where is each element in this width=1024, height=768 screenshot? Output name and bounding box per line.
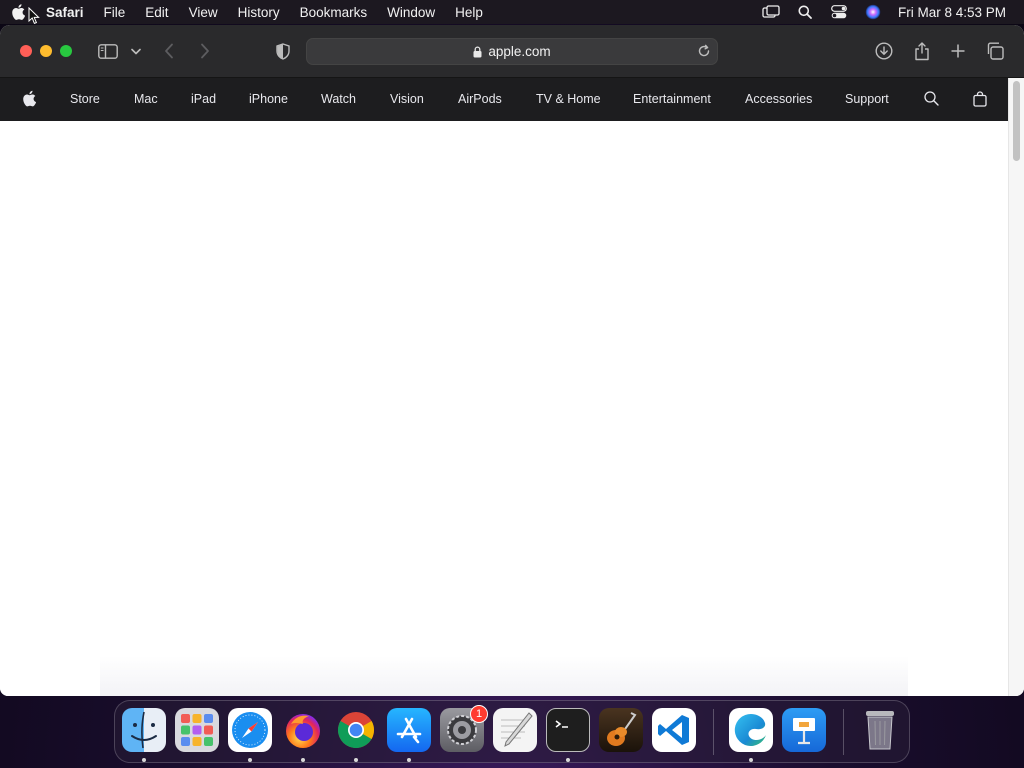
menu-window[interactable]: Window <box>377 5 445 20</box>
nav-entertainment[interactable]: Entertainment <box>633 92 711 106</box>
menu-help[interactable]: Help <box>445 5 493 20</box>
page-content[interactable] <box>0 121 1008 696</box>
site-search-icon[interactable] <box>924 91 939 109</box>
nav-ipad[interactable]: iPad <box>191 92 216 106</box>
edge-icon[interactable] <box>729 708 773 752</box>
nav-vision[interactable]: Vision <box>390 92 424 106</box>
terminal-running-indicator <box>566 758 570 762</box>
dock-separator <box>713 709 714 755</box>
nav-airpods[interactable]: AirPods <box>458 92 502 106</box>
nav-mac[interactable]: Mac <box>134 92 158 106</box>
textedit-icon[interactable] <box>493 708 537 752</box>
apple-logo-icon[interactable] <box>22 90 37 110</box>
chevron-down-icon[interactable] <box>129 39 143 63</box>
menu-app-name[interactable]: Safari <box>36 5 94 20</box>
scrollbar-thumb[interactable] <box>1013 81 1020 161</box>
maximize-window-button[interactable] <box>60 45 72 57</box>
safari-window: apple.com Store Mac iPad iPhone Watch Vi… <box>0 25 1024 696</box>
minimize-window-button[interactable] <box>40 45 52 57</box>
close-window-button[interactable] <box>20 45 32 57</box>
safari-running-indicator <box>248 758 252 762</box>
nav-tv-home[interactable]: TV & Home <box>536 92 601 106</box>
dock-separator-trash <box>843 709 844 755</box>
nav-support[interactable]: Support <box>845 92 889 106</box>
menu-edit[interactable]: Edit <box>135 5 178 20</box>
firefox-running-indicator <box>301 758 305 762</box>
garageband-icon[interactable] <box>599 708 643 752</box>
reload-icon[interactable] <box>697 44 711 61</box>
nav-store[interactable]: Store <box>70 92 100 106</box>
menu-bar: Safari File Edit View History Bookmarks … <box>0 0 1024 24</box>
vertical-scrollbar[interactable] <box>1008 78 1024 696</box>
screen-mirroring-icon[interactable] <box>754 0 788 24</box>
finder-running-indicator <box>142 758 146 762</box>
content-shadow <box>100 656 908 696</box>
new-tab-icon[interactable] <box>948 39 968 63</box>
siri-icon[interactable] <box>856 0 890 24</box>
lock-icon <box>473 45 482 58</box>
privacy-shield-icon[interactable] <box>273 39 293 63</box>
nav-iphone[interactable]: iPhone <box>249 92 288 106</box>
menu-clock[interactable]: Fri Mar 8 4:53 PM <box>898 5 1006 20</box>
address-bar[interactable]: apple.com <box>306 38 718 65</box>
edge-running-indicator <box>749 758 753 762</box>
share-icon[interactable] <box>912 39 932 63</box>
address-text: apple.com <box>488 44 551 59</box>
forward-icon[interactable] <box>196 39 214 63</box>
tab-overview-icon[interactable] <box>985 39 1005 63</box>
window-controls <box>20 45 72 57</box>
apple-site-nav: Store Mac iPad iPhone Watch Vision AirPo… <box>0 78 1024 121</box>
spotlight-search-icon[interactable] <box>788 0 822 24</box>
trash-icon[interactable] <box>858 708 902 752</box>
terminal-icon[interactable] <box>546 708 590 752</box>
menu-file[interactable]: File <box>94 5 136 20</box>
safari-dock-icon[interactable] <box>228 708 272 752</box>
chrome-running-indicator <box>354 758 358 762</box>
keynote-icon[interactable] <box>782 708 826 752</box>
control-center-icon[interactable] <box>822 0 856 24</box>
menu-bookmarks[interactable]: Bookmarks <box>290 5 378 20</box>
menu-history[interactable]: History <box>228 5 290 20</box>
system-settings-badge: 1 <box>470 705 488 723</box>
finder-icon[interactable] <box>122 708 166 752</box>
firefox-icon[interactable] <box>281 708 325 752</box>
chrome-icon[interactable] <box>334 708 378 752</box>
shopping-bag-icon[interactable] <box>973 91 987 110</box>
menu-view[interactable]: View <box>179 5 228 20</box>
back-icon[interactable] <box>160 39 178 63</box>
downloads-icon[interactable] <box>874 39 894 63</box>
safari-toolbar: apple.com <box>0 25 1024 78</box>
nav-watch[interactable]: Watch <box>321 92 356 106</box>
app-store-icon[interactable] <box>387 708 431 752</box>
dock: 1 <box>114 700 910 763</box>
nav-accessories[interactable]: Accessories <box>745 92 812 106</box>
sidebar-icon[interactable] <box>96 39 120 63</box>
app-store-running-indicator <box>407 758 411 762</box>
vscode-icon[interactable] <box>652 708 696 752</box>
launchpad-icon[interactable] <box>175 708 219 752</box>
